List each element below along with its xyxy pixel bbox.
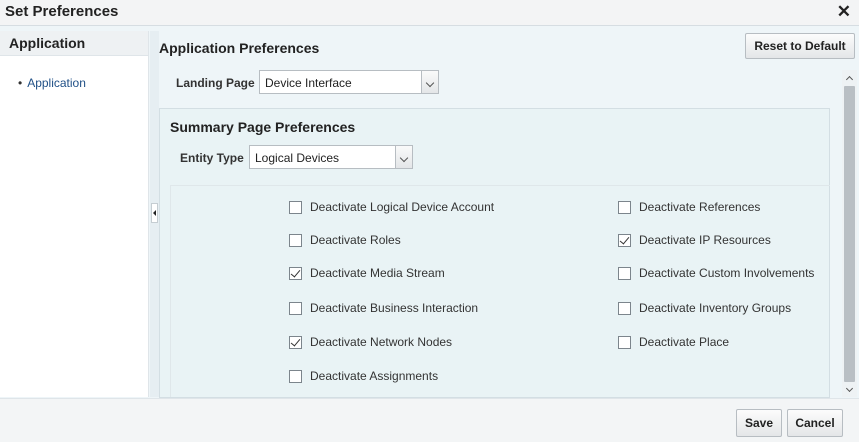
entity-type-value: Logical Devices: [255, 151, 340, 165]
checkbox-icon[interactable]: [618, 200, 631, 214]
checkbox-icon[interactable]: [289, 233, 302, 247]
checkbox-label: Deactivate Inventory Groups: [639, 301, 792, 315]
sidebar-item-label: Application: [27, 76, 86, 90]
summary-title: Summary Page Preferences: [170, 119, 356, 135]
checkbox-deactivate-media-stream[interactable]: Deactivate Media Stream: [289, 264, 445, 282]
bullet-icon: •: [18, 76, 23, 90]
save-button[interactable]: Save: [736, 409, 782, 437]
checkbox-icon[interactable]: [289, 301, 302, 315]
checkbox-deactivate-network-nodes[interactable]: Deactivate Network Nodes: [289, 333, 452, 351]
page-title: Application Preferences: [159, 40, 320, 56]
checkbox-icon[interactable]: [618, 335, 631, 349]
checkbox-icon[interactable]: [618, 233, 631, 247]
checkbox-label: Deactivate Logical Device Account: [310, 200, 495, 214]
checkbox-label: Deactivate Business Interaction: [310, 301, 479, 315]
checkbox-icon[interactable]: [289, 369, 302, 383]
checkbox-deactivate-inventory-groups[interactable]: Deactivate Inventory Groups: [618, 299, 791, 317]
checkbox-deactivate-custom-involvements[interactable]: Deactivate Custom Involvements: [618, 264, 814, 282]
sidebar: Application • Application: [0, 31, 149, 397]
close-icon[interactable]: ✕: [837, 2, 851, 22]
sidebar-item-application[interactable]: • Application: [18, 76, 86, 90]
checkbox-icon[interactable]: [618, 301, 631, 315]
cancel-button[interactable]: Cancel: [787, 409, 843, 437]
dialog-titlebar: Set Preferences ✕: [0, 0, 859, 26]
vertical-scrollbar[interactable]: [842, 70, 857, 397]
chevron-down-icon[interactable]: [395, 146, 412, 168]
landing-page-select[interactable]: Device Interface: [259, 70, 439, 94]
checkbox-label: Deactivate Place: [639, 335, 730, 349]
checkbox-icon[interactable]: [289, 335, 302, 349]
entity-type-select[interactable]: Logical Devices: [249, 145, 413, 169]
checkbox-label: Deactivate IP Resources: [639, 233, 771, 247]
dialog-footer: [0, 398, 859, 442]
checkbox-deactivate-business-interaction[interactable]: Deactivate Business Interaction: [289, 299, 478, 317]
checkbox-label: Deactivate Custom Involvements: [639, 266, 815, 280]
dialog-title: Set Preferences: [5, 3, 119, 20]
checkbox-deactivate-place[interactable]: Deactivate Place: [618, 333, 729, 351]
checkbox-icon[interactable]: [289, 200, 302, 214]
entity-type-label: Entity Type: [180, 151, 244, 165]
scroll-up-icon[interactable]: [845, 73, 854, 82]
landing-page-value: Device Interface: [265, 76, 352, 90]
checkbox-label: Deactivate Assignments: [310, 369, 439, 383]
summary-options-box: [170, 185, 830, 397]
panel-splitter[interactable]: [150, 31, 159, 397]
checkbox-icon[interactable]: [289, 266, 302, 280]
checkbox-deactivate-roles[interactable]: Deactivate Roles: [289, 231, 401, 249]
checkbox-icon[interactable]: [618, 266, 631, 280]
reset-to-default-button[interactable]: Reset to Default: [745, 33, 855, 59]
checkbox-deactivate-references[interactable]: Deactivate References: [618, 198, 760, 216]
chevron-down-icon[interactable]: [421, 71, 438, 93]
checkbox-label: Deactivate Media Stream: [310, 266, 445, 280]
sidebar-heading: Application: [0, 31, 148, 56]
checkbox-label: Deactivate Roles: [310, 233, 401, 247]
checkbox-deactivate-assignments[interactable]: Deactivate Assignments: [289, 367, 438, 385]
checkbox-deactivate-ip-resources[interactable]: Deactivate IP Resources: [618, 231, 771, 249]
scroll-down-icon[interactable]: [845, 385, 854, 394]
checkbox-label: Deactivate Network Nodes: [310, 335, 453, 349]
collapse-handle-icon[interactable]: [151, 203, 158, 223]
checkbox-deactivate-logical-device-account[interactable]: Deactivate Logical Device Account: [289, 198, 494, 216]
landing-page-label: Landing Page: [176, 76, 255, 90]
scrollbar-thumb[interactable]: [844, 86, 855, 382]
checkbox-label: Deactivate References: [639, 200, 761, 214]
